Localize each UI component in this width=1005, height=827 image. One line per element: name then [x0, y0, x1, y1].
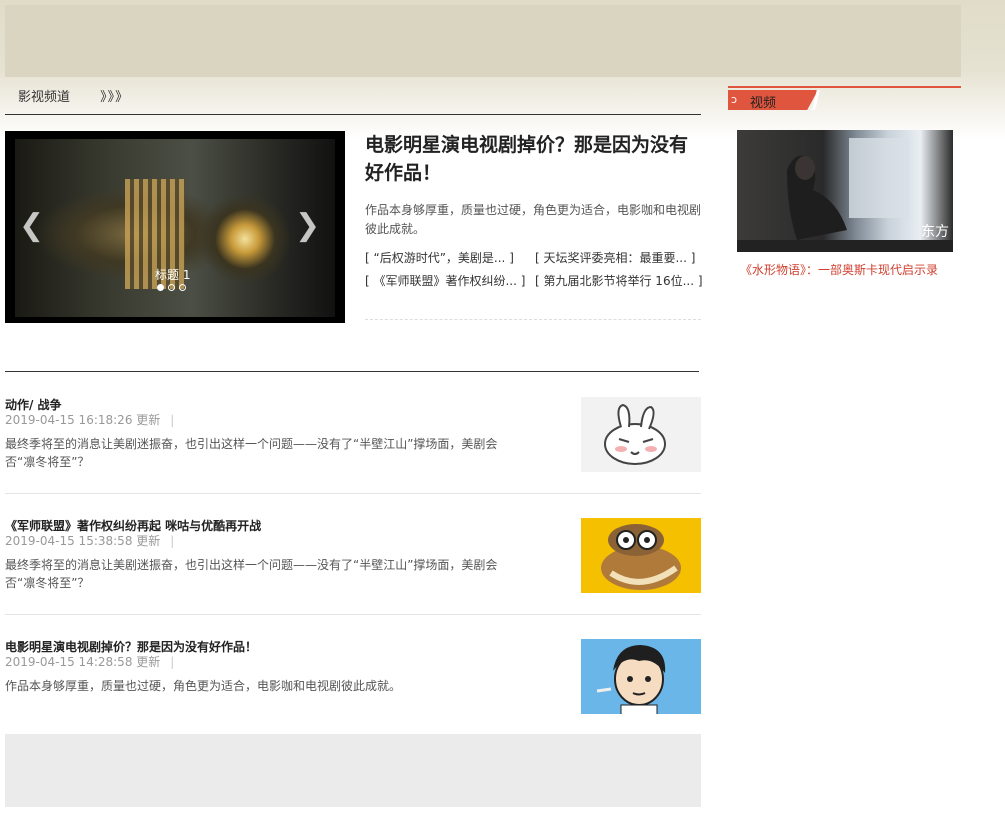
- slider-dot-2[interactable]: [168, 284, 175, 291]
- chevrons-icon: 》》》: [100, 90, 130, 105]
- slider-dot-1[interactable]: [157, 284, 164, 291]
- featured-title[interactable]: 电影明星演电视剧掉价？那是因为没有好作品！: [365, 131, 701, 187]
- sidebar-header: ↄ 视频: [728, 86, 961, 112]
- slide-caption: 标题 1: [155, 268, 191, 282]
- channel-link[interactable]: 影视频道: [5, 90, 70, 105]
- sidebar-title[interactable]: 视频: [750, 92, 776, 111]
- article-desc: 最终季将至的消息让美剧迷振奋，也引出这样一个问题——没有了“半壁江山”撑场面，美…: [5, 437, 498, 469]
- list-item: 动作/ 战争 2019-04-15 16:18:26 更新 | 最终季将至的消息让…: [5, 384, 701, 494]
- video-watermark: 东方 你: [921, 224, 953, 240]
- article-list: 动作/ 战争 2019-04-15 16:18:26 更新 | 最终季将至的消息让…: [5, 384, 701, 746]
- meta-divider: |: [170, 534, 175, 548]
- article-date: 2019-04-15 14:28:58 更新: [5, 655, 161, 669]
- boy-cartoon-image[interactable]: [581, 639, 701, 714]
- featured-link[interactable]: [ 天坛奖评委亮相：最重要... ]: [535, 249, 705, 266]
- article-date: 2019-04-15 15:38:58 更新: [5, 534, 161, 548]
- swirl-icon: ↄ: [731, 93, 738, 106]
- article-desc: 最终季将至的消息让美剧迷振奋，也引出这样一个问题——没有了“半壁江山”撑场面，美…: [5, 558, 498, 590]
- list-item: 电影明星演电视剧掉价？那是因为没有好作品！ 2019-04-15 14:28:5…: [5, 626, 701, 735]
- list-divider: [5, 371, 699, 372]
- top-banner: [5, 5, 961, 77]
- slider-dot-3[interactable]: [179, 284, 186, 291]
- featured-link[interactable]: [ “后权游时代”，美剧是... ]: [365, 249, 527, 266]
- footer-placeholder: [5, 734, 701, 807]
- article-meta: 2019-04-15 14:28:58 更新 |: [5, 653, 174, 670]
- article-meta: 2019-04-15 15:38:58 更新 |: [5, 532, 174, 549]
- breadcrumb: 影视频道 》》》: [5, 86, 701, 115]
- chevron-right-icon[interactable]: ❯: [295, 211, 320, 241]
- article-meta: 2019-04-15 16:18:26 更新 |: [5, 411, 174, 428]
- featured-link[interactable]: [ 第九届北影节将举行 16位... ]: [535, 272, 705, 289]
- rabbit-sticker-image[interactable]: [581, 397, 701, 472]
- sidebar: ↄ 视频 东方 你 《水形物语》：一部奥斯卡现代启示录: [728, 86, 961, 277]
- article-desc: 作品本身够厚重，质量也过硬，角色更为适合，电影咖和电视剧彼此成就。: [5, 679, 402, 693]
- meta-divider: |: [170, 655, 175, 669]
- video-thumbnail-image[interactable]: 东方 你: [737, 130, 953, 252]
- image-slider[interactable]: ❮ ❯ 标题 1: [5, 131, 345, 323]
- featured-summary: 作品本身够厚重，质量也过硬，角色更为适合，电影咖和电视剧彼此成就。: [365, 203, 702, 236]
- main-content: 影视频道 》》》 ❮ ❯ 标题 1 电影明星演电视剧掉价？那是因为没有好作品！ …: [5, 86, 703, 345]
- featured-links: [ “后权游时代”，美剧是... ] [ 天坛奖评委亮相：最重要... ] [ …: [365, 249, 703, 320]
- article-date: 2019-04-15 16:18:26 更新: [5, 413, 161, 427]
- chevron-left-icon[interactable]: ❮: [19, 211, 44, 241]
- video-caption[interactable]: 《水形物语》：一部奥斯卡现代启示录: [740, 261, 938, 278]
- featured-link[interactable]: [ 《军师联盟》著作权纠纷... ]: [365, 272, 527, 289]
- featured-section: ❮ ❯ 标题 1 电影明星演电视剧掉价？那是因为没有好作品！ 作品本身够厚重，质…: [5, 115, 703, 345]
- featured-text: 电影明星演电视剧掉价？那是因为没有好作品！ 作品本身够厚重，质量也过硬，角色更为…: [365, 131, 703, 320]
- slider-dots: [157, 284, 186, 291]
- lemur-cartoon-image[interactable]: [581, 518, 701, 593]
- meta-divider: |: [170, 413, 175, 427]
- list-item: 《军师联盟》著作权纠纷再起 咪咕与优酷再开战 2019-04-15 15:38:…: [5, 505, 701, 615]
